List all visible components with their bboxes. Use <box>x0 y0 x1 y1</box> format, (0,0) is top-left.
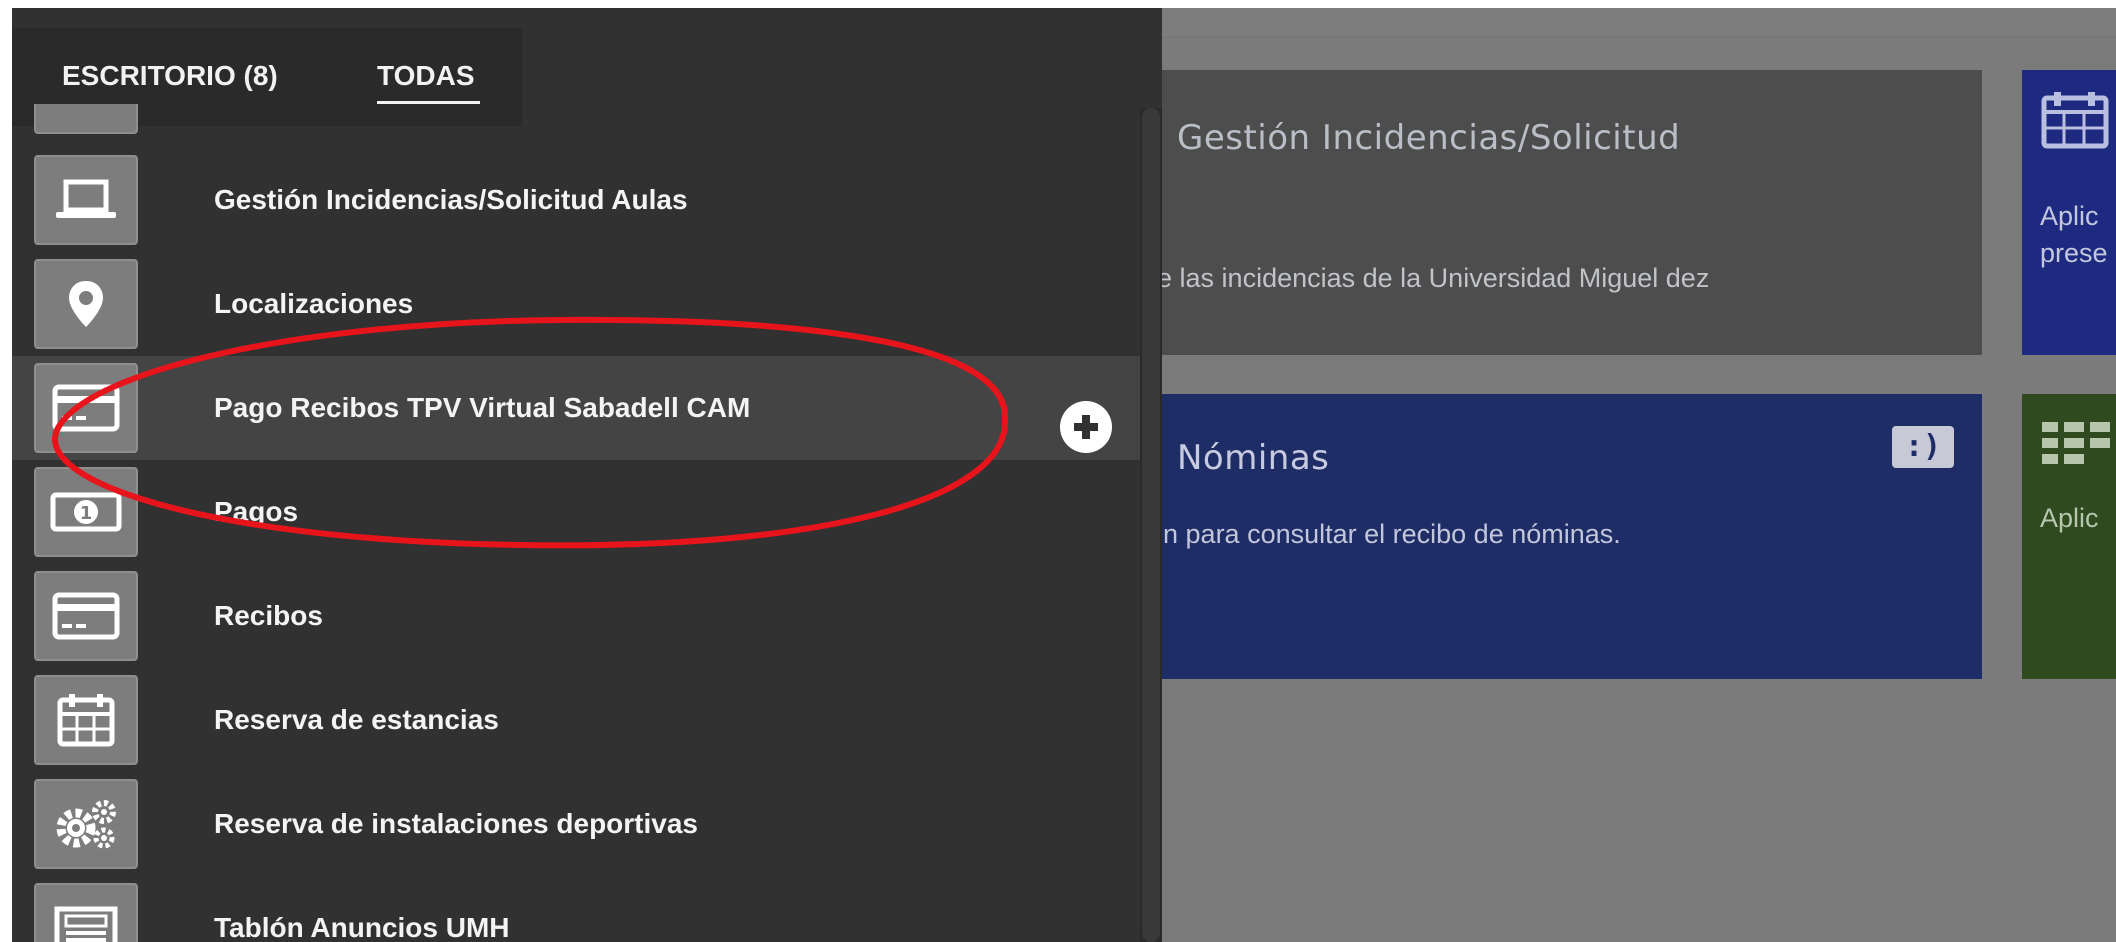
item-icon-box: 1 <box>34 467 138 557</box>
card-text-line: Aplic <box>2040 503 2099 533</box>
menu-item-label: Reserva de estancias <box>214 704 499 735</box>
menu-item-pago-recibos-tpv[interactable]: Pago Recibos TPV Virtual Sabadell CAM <box>12 356 1140 460</box>
card-title: Gestión Incidencias/Solicitud <box>1177 118 1681 158</box>
menu-scrollbar[interactable] <box>1140 108 1162 942</box>
menu-item-label: Recibos <box>214 600 323 631</box>
add-to-desktop-button[interactable] <box>1060 401 1112 453</box>
tab-escritorio[interactable]: ESCRITORIO (8) <box>62 60 278 92</box>
laptop-icon <box>56 179 116 218</box>
menu-item-gestion-incidencias[interactable]: Gestión Incidencias/Solicitud Aulas <box>12 148 1140 252</box>
gears-icon <box>56 800 116 849</box>
card-description: ión para consultar el recibo de nóminas. <box>1152 519 1621 549</box>
item-icon-box <box>34 363 138 453</box>
app-card-nominas[interactable]: Nóminas :) ión para consultar el recibo … <box>1152 394 1982 679</box>
partial-item-icon <box>34 104 138 134</box>
item-icon-box <box>34 571 138 661</box>
plus-icon <box>1074 415 1098 439</box>
app-card-calendar[interactable]: Aplic prese <box>2022 70 2116 355</box>
menu-item-reserva-estancias[interactable]: Reserva de estancias <box>12 668 1140 772</box>
menu-item-recibos[interactable]: Recibos <box>12 564 1140 668</box>
menu-item-reserva-instalaciones[interactable]: Reserva de instalaciones deportivas <box>12 772 1140 876</box>
calendar-icon <box>57 694 115 747</box>
menu-item-label: Reserva de instalaciones deportivas <box>214 808 698 839</box>
menu-item-label: Pago Recibos TPV Virtual Sabadell CAM <box>214 392 751 423</box>
card-title: Nóminas <box>1177 438 1330 478</box>
app-card-green[interactable]: Aplic <box>2022 394 2116 679</box>
card-description: de las incidencias de la Universidad Mig… <box>1152 263 1710 293</box>
menu-item-label: Tablón Anuncios UMH <box>214 912 510 942</box>
menu-scrollbar-thumb[interactable] <box>1142 108 1160 942</box>
money-bill-icon: 1 <box>50 492 122 532</box>
menu-item-pagos[interactable]: 1 Pagos <box>12 460 1140 564</box>
apps-menu-panel: ESCRITORIO (8) TODAS Gestión Incidencias… <box>12 8 1162 942</box>
map-marker-icon <box>69 281 103 327</box>
newspaper-icon <box>54 906 118 942</box>
menu-item-tablon-anuncios[interactable]: Tablón Anuncios UMH <box>12 876 1140 942</box>
item-icon-box <box>34 259 138 349</box>
item-icon-box <box>34 155 138 245</box>
svg-text:1: 1 <box>80 503 93 524</box>
menu-item-label: Pagos <box>214 496 299 527</box>
menu-item-localizaciones[interactable]: Localizaciones <box>12 252 1140 356</box>
calendar-icon <box>2041 92 2109 149</box>
item-icon-box <box>34 675 138 765</box>
tab-todas[interactable]: TODAS <box>377 60 475 92</box>
menu-item-label: Gestión Incidencias/Solicitud Aulas <box>214 184 688 215</box>
item-icon-box <box>34 883 138 942</box>
card-text-line: prese <box>2040 238 2108 268</box>
credit-card-icon <box>52 384 120 432</box>
menu-item-label: Localizaciones <box>214 288 414 319</box>
smiley-icon: :) <box>1892 426 1954 468</box>
grid-icon <box>2042 422 2110 464</box>
credit-card-icon <box>52 592 120 640</box>
card-text-line: Aplic <box>2040 201 2099 231</box>
app-card-incidencias[interactable]: Gestión Incidencias/Solicitud s de las i… <box>1152 70 1982 355</box>
item-icon-box <box>34 779 138 869</box>
active-tab-underline <box>377 101 480 104</box>
